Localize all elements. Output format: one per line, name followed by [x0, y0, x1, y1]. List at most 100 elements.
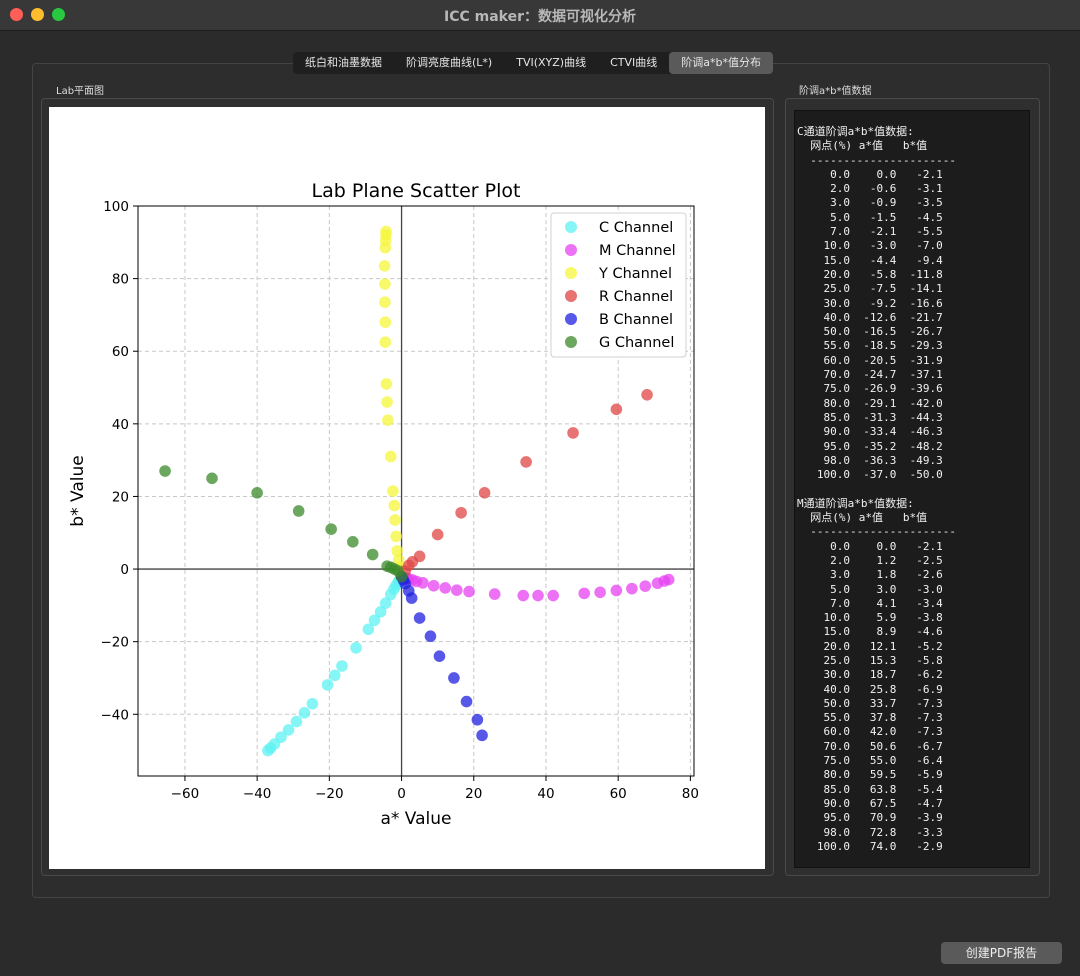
point-c-channel	[362, 623, 375, 636]
tab-tvi-xyz-curve[interactable]: TVI(XYZ)曲线	[504, 52, 598, 74]
tab-ctvi-curve[interactable]: CTVI曲线	[598, 52, 669, 74]
point-g-channel	[292, 505, 305, 517]
point-m-channel	[488, 588, 501, 600]
y-tick-label: 80	[112, 272, 129, 288]
point-r-channel	[567, 427, 579, 439]
point-r-channel	[455, 506, 467, 519]
point-m-channel	[532, 589, 544, 602]
ab-data-text: C通道阶调a*b*值数据: 网点(%) a*值 b*值 ------------…	[795, 111, 1029, 854]
m-data-row: 95.0 70.9 -3.9	[823, 811, 943, 825]
m-data-row: 80.0 59.5 -5.9	[823, 768, 943, 782]
tab-bar: 纸白和油墨数据 阶调亮度曲线(L*) TVI(XYZ)曲线 CTVI曲线 阶调a…	[293, 52, 773, 74]
c-data-rows: 0.0 0.0 -2.1 2.0 -0.6 -3.1 3.0 -0.9 -3.5…	[797, 168, 943, 481]
y-tick-label: 40	[112, 417, 129, 433]
point-y-channel	[391, 545, 404, 557]
x-tick-label: −60	[171, 786, 200, 802]
point-y-channel	[379, 336, 392, 348]
point-c-channel	[328, 669, 341, 682]
point-m-channel	[427, 579, 440, 592]
c-separator: ----------------------	[797, 153, 956, 167]
m-data-row: 70.0 50.6 -6.7	[823, 739, 943, 753]
point-y-channel	[379, 278, 391, 290]
point-b-channel	[413, 612, 426, 624]
c-data-row: 75.0 -26.9 -39.6	[823, 382, 943, 396]
x-tick-label: −40	[243, 786, 272, 802]
m-data-row: 100.0 74.0 -2.9	[816, 839, 943, 853]
m-data-row: 40.0 25.8 -6.9	[823, 682, 943, 696]
legend-label: M Channel	[599, 243, 676, 259]
m-data-row: 5.0 3.0 -3.0	[830, 582, 943, 596]
point-c-channel	[350, 642, 362, 654]
point-y-channel	[387, 485, 399, 497]
x-tick-label: 20	[465, 786, 482, 802]
create-pdf-report-button[interactable]: 创建PDF报告	[941, 942, 1062, 964]
c-data-row: 50.0 -16.5 -26.7	[823, 325, 943, 339]
window-title: ICC maker：数据可视化分析	[443, 9, 636, 25]
ab-data-group-label: 阶调a*b*值数据	[799, 86, 872, 97]
m-data-row: 20.0 12.1 -5.2	[823, 639, 943, 653]
point-c-channel	[321, 679, 334, 691]
y-tick-label: 60	[112, 344, 129, 360]
legend-marker	[565, 336, 577, 348]
point-y-channel	[379, 296, 391, 309]
point-m-channel	[450, 584, 463, 596]
c-data-row: 20.0 -5.8 -11.8	[823, 267, 943, 281]
point-y-channel	[382, 414, 394, 427]
y-tick-label: −20	[101, 635, 130, 651]
point-m-channel	[594, 586, 606, 599]
point-g-channel	[325, 523, 337, 535]
c-data-row: 30.0 -9.2 -16.6	[823, 296, 943, 310]
m-column-header: 网点(%) a*值 b*值	[797, 511, 928, 525]
tab-paper-ink-data[interactable]: 纸白和油墨数据	[293, 52, 394, 74]
c-data-row: 80.0 -29.1 -42.0	[823, 396, 943, 410]
m-data-row: 75.0 55.0 -6.4	[823, 754, 943, 768]
point-y-channel	[380, 225, 392, 238]
c-data-row: 40.0 -12.6 -21.7	[823, 310, 943, 324]
title-bar: ICC maker：数据可视化分析	[0, 0, 1080, 31]
point-c-channel	[262, 744, 274, 757]
c-data-row: 85.0 -31.3 -44.3	[823, 410, 943, 424]
legend-marker	[565, 244, 577, 256]
legend-marker	[565, 290, 577, 302]
legend-marker	[565, 267, 577, 279]
point-y-channel	[390, 530, 402, 543]
point-g-channel	[206, 472, 218, 485]
point-c-channel	[298, 707, 311, 719]
ab-data-text-panel[interactable]: C通道阶调a*b*值数据: 网点(%) a*值 b*值 ------------…	[794, 110, 1030, 868]
c-data-row: 15.0 -4.4 -9.4	[823, 253, 943, 267]
point-c-channel	[336, 660, 348, 672]
m-data-row: 60.0 42.0 -7.3	[823, 725, 943, 739]
point-m-channel	[547, 589, 559, 602]
point-y-channel	[379, 316, 392, 328]
c-column-header: 网点(%) a*值 b*值	[797, 139, 928, 153]
point-r-channel	[413, 550, 426, 563]
y-tick-label: 100	[103, 199, 129, 215]
m-data-row: 0.0 0.0 -2.1	[830, 539, 943, 553]
m-data-row: 50.0 33.7 -7.3	[823, 696, 943, 710]
point-m-channel	[417, 577, 429, 589]
point-m-channel	[626, 582, 638, 595]
point-b-channel	[405, 592, 418, 604]
tab-tone-lightness-curve[interactable]: 阶调亮度曲线(L*)	[394, 52, 504, 74]
y-tick-label: 20	[112, 489, 129, 505]
m-data-row: 2.0 1.2 -2.5	[830, 553, 943, 567]
m-data-row: 90.0 67.5 -4.7	[823, 796, 943, 810]
tab-ab-distribution[interactable]: 阶调a*b*值分布	[669, 52, 773, 74]
point-m-channel	[610, 584, 623, 597]
point-y-channel	[388, 499, 401, 512]
point-y-channel	[381, 396, 393, 408]
c-data-row: 90.0 -33.4 -46.3	[823, 425, 943, 439]
c-data-row: 95.0 -35.2 -48.2	[823, 439, 943, 453]
c-data-row: 0.0 0.0 -2.1	[830, 167, 943, 181]
point-b-channel	[471, 713, 484, 726]
c-data-row: 2.0 -0.6 -3.1	[830, 182, 943, 196]
point-m-channel	[463, 585, 475, 598]
chart-title: Lab Plane Scatter Plot	[312, 180, 521, 202]
point-b-channel	[460, 695, 473, 708]
c-data-row: 10.0 -3.0 -7.0	[823, 239, 943, 253]
lab-plane-group-label: Lab平面图	[56, 86, 105, 97]
c-data-header: C通道阶调a*b*值数据:	[797, 125, 914, 138]
m-data-row: 85.0 63.8 -5.4	[823, 782, 943, 796]
m-data-row: 15.0 8.9 -4.6	[823, 625, 943, 639]
point-c-channel	[306, 697, 319, 710]
